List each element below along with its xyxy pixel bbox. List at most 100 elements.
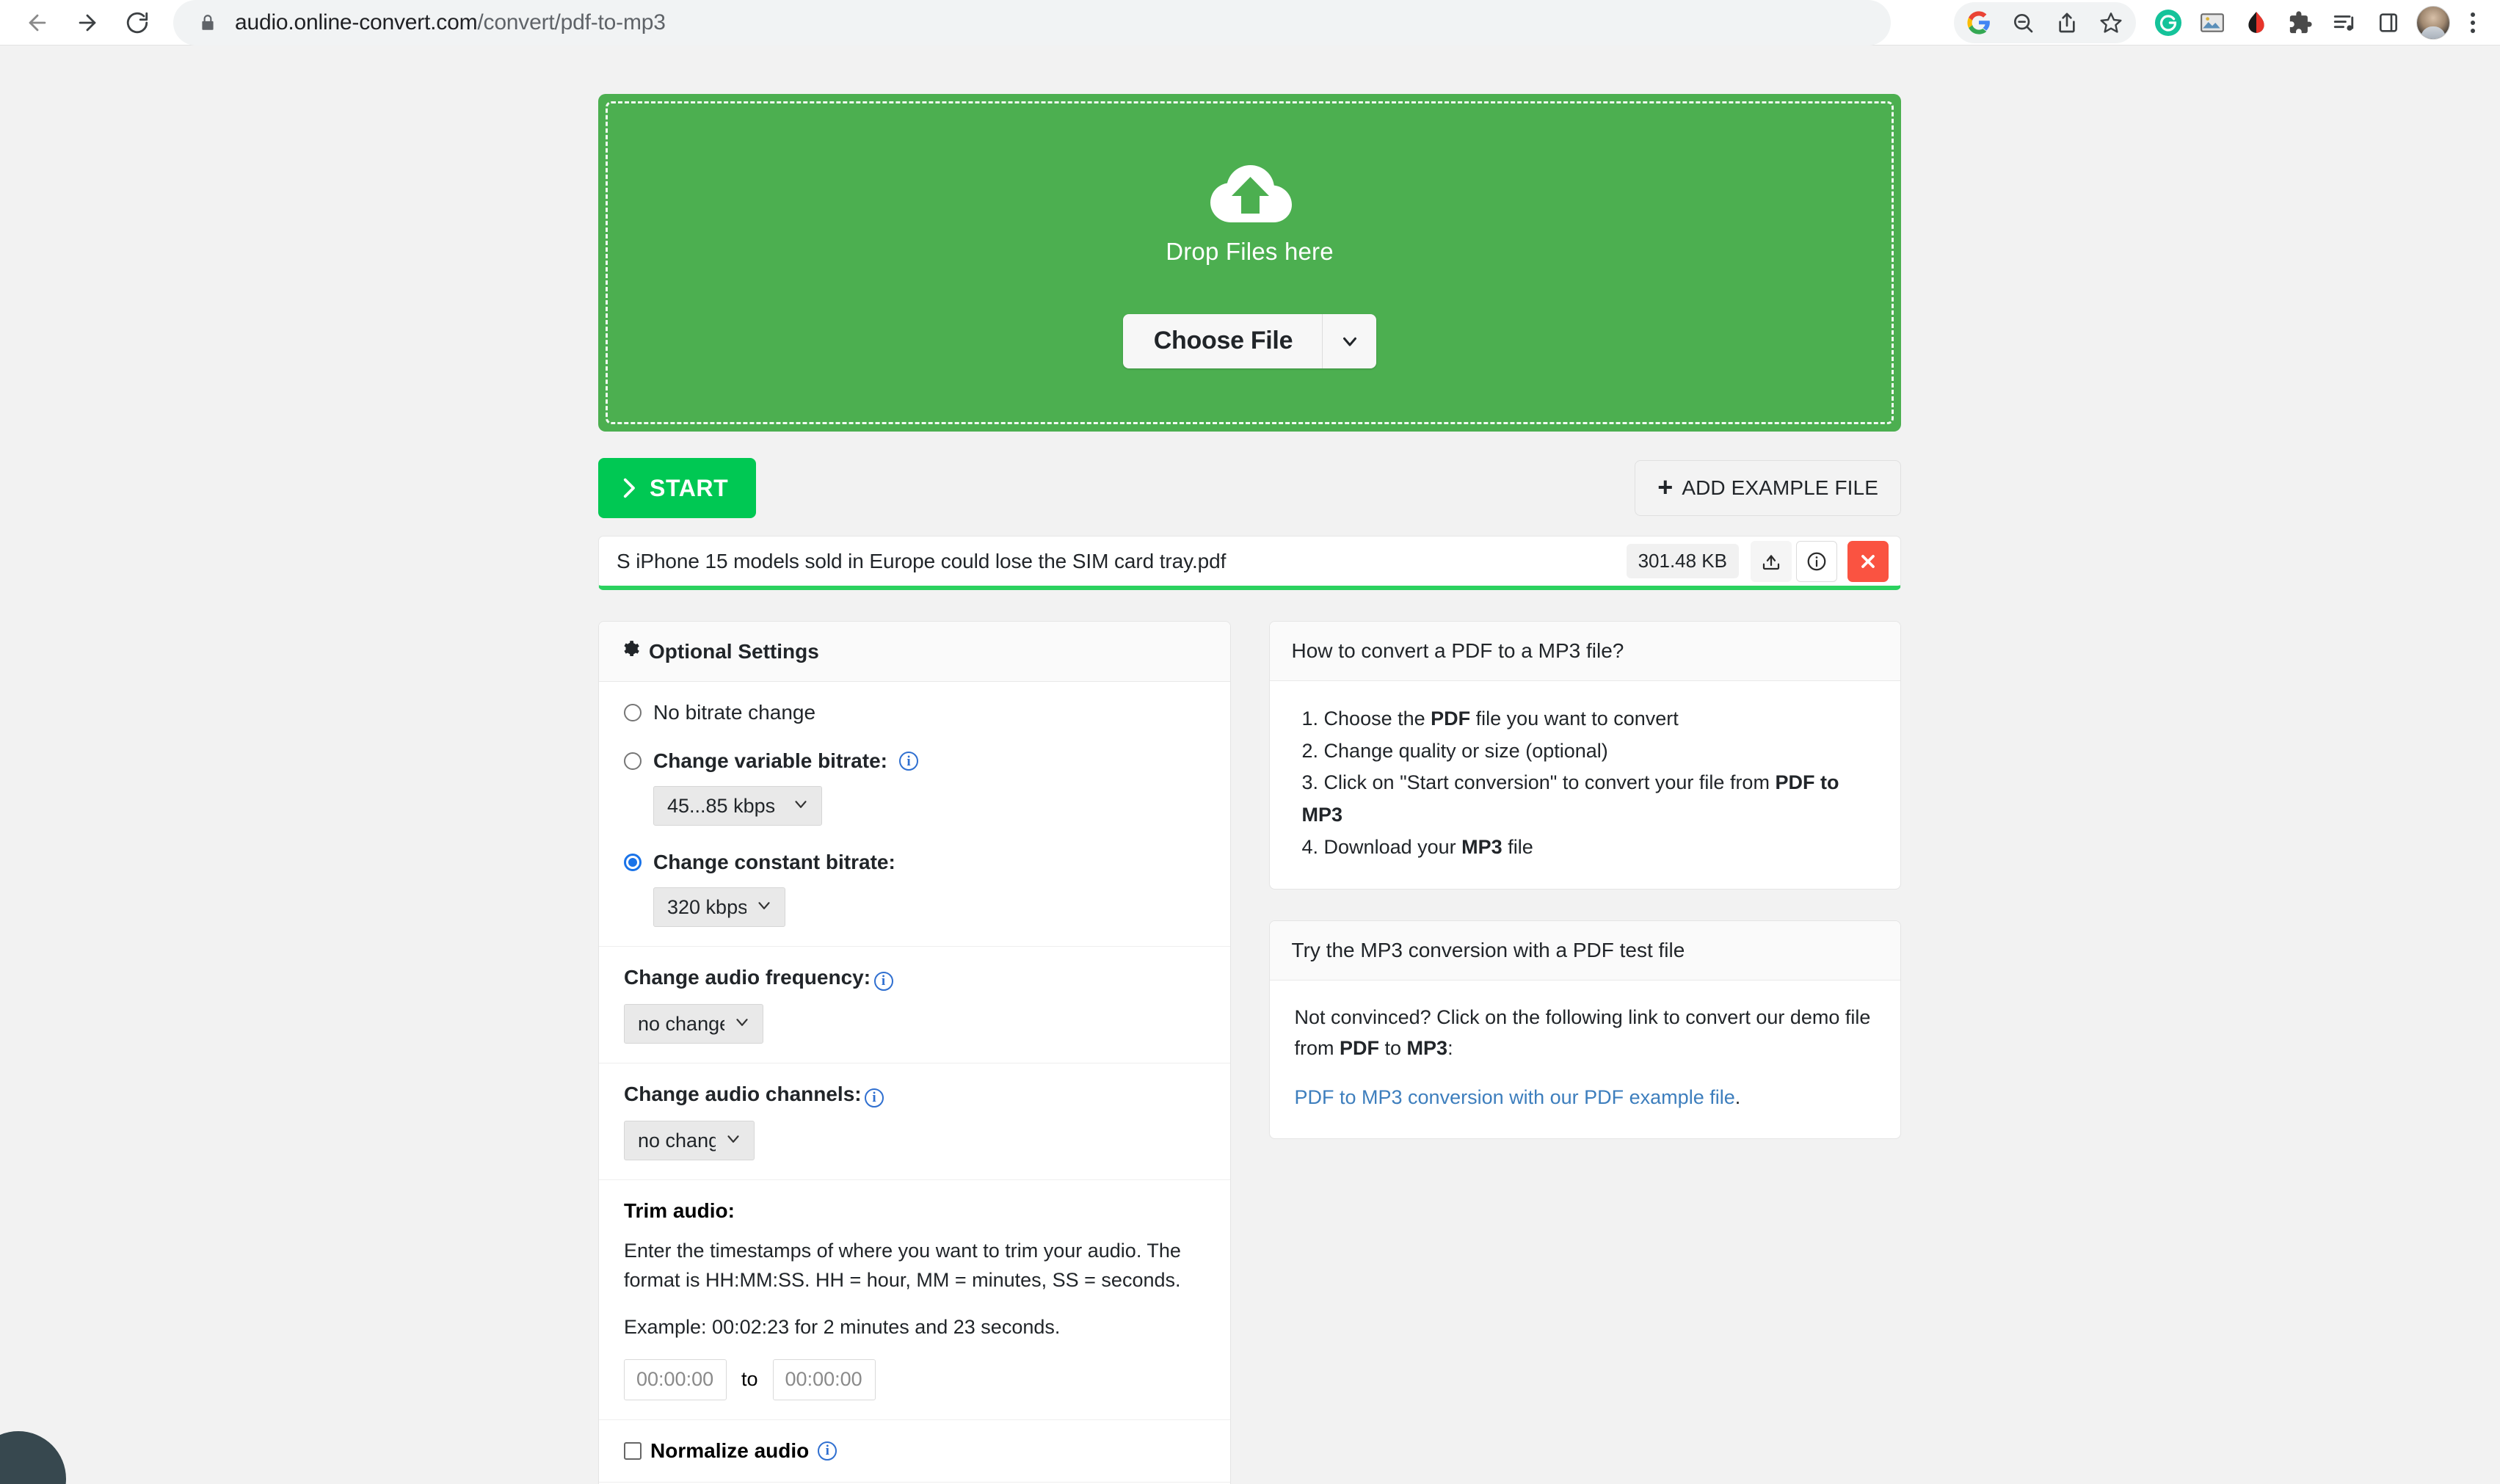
testfile-title: Try the MP3 conversion with a PDF test f…: [1291, 938, 1685, 961]
audio-channels-select[interactable]: no change: [624, 1120, 755, 1160]
trim-audio-example: Example: 00:02:23 for 2 minutes and 23 s…: [624, 1315, 1061, 1338]
left-column: Optional Settings No bitrate change Chan…: [598, 621, 1231, 1484]
page-content: Drop Files here Choose File START + ADD …: [598, 46, 1901, 1484]
audio-channels-label: Change audio channels:: [624, 1082, 862, 1105]
navigation-buttons: [0, 0, 160, 46]
right-column: How to convert a PDF to a MP3 file? Choo…: [1268, 621, 1901, 1140]
reload-icon[interactable]: [115, 0, 160, 46]
info-icon[interactable]: i: [865, 1088, 884, 1107]
constant-bitrate-select[interactable]: 320 kbps: [653, 887, 785, 927]
back-arrow-icon[interactable]: [15, 0, 60, 46]
profile-avatar[interactable]: [2416, 6, 2450, 40]
file-size: 301.48 KB: [1626, 544, 1739, 578]
testfile-header: Try the MP3 conversion with a PDF test f…: [1269, 920, 1900, 981]
forward-arrow-icon[interactable]: [65, 0, 110, 46]
add-example-file-label: ADD EXAMPLE FILE: [1682, 476, 1878, 499]
radio-variable-bitrate-label: Change variable bitrate:: [653, 749, 887, 772]
settings-columns: Optional Settings No bitrate change Chan…: [598, 621, 1901, 1484]
share-icon[interactable]: [2045, 2, 2089, 43]
choose-file-button[interactable]: Choose File: [1122, 313, 1377, 368]
bookmark-star-icon[interactable]: [2089, 2, 2133, 43]
omnibox-action-pill: [1954, 2, 2136, 43]
howto-card: How to convert a PDF to a MP3 file? Choo…: [1268, 621, 1901, 890]
zoom-out-icon[interactable]: [2001, 2, 2045, 43]
radio-variable-bitrate-input[interactable]: [624, 752, 642, 770]
smoothscroll-extension-icon[interactable]: [2234, 2, 2278, 43]
variable-bitrate-select[interactable]: 45...85 kbps: [653, 786, 822, 826]
optional-settings-card: Optional Settings No bitrate change Chan…: [598, 621, 1231, 1484]
chevron-down-icon[interactable]: [1322, 313, 1376, 368]
link-suffix: .: [1734, 1086, 1741, 1109]
audio-frequency-label: Change audio frequency:: [624, 966, 871, 989]
trim-audio-inputs: to: [624, 1358, 1205, 1400]
howto-steps-list: Choose the PDF file you want to convert …: [1295, 703, 1876, 864]
trim-audio-description: Enter the timestamps of where you want t…: [624, 1239, 1181, 1292]
browser-action-icons: [1954, 0, 2500, 46]
normalize-audio-row: Normalize audio i: [599, 1420, 1230, 1483]
testfile-paragraph: Not convinced? Click on the following li…: [1294, 1005, 1871, 1059]
audio-frequency-select-wrap[interactable]: no change: [624, 1003, 763, 1044]
side-panel-icon[interactable]: [2366, 2, 2410, 43]
file-dropzone[interactable]: Drop Files here Choose File: [598, 94, 1901, 432]
audio-frequency-label-line: Change audio frequency: i: [624, 966, 1205, 991]
radio-constant-bitrate-label: Change constant bitrate:: [653, 851, 895, 873]
pdf-to-mp3-example-link[interactable]: PDF to MP3 conversion with our PDF examp…: [1295, 1086, 1735, 1108]
bitrate-options-row: No bitrate change Change variable bitrat…: [599, 682, 1230, 947]
trim-to-label: to: [741, 1368, 758, 1391]
info-icon[interactable]: i: [898, 752, 918, 771]
audio-channels-select-wrap[interactable]: no change: [624, 1120, 755, 1160]
add-example-file-button[interactable]: + ADD EXAMPLE FILE: [1635, 460, 1901, 516]
start-button-top[interactable]: START: [598, 458, 757, 518]
audio-frequency-select[interactable]: no change: [624, 1003, 763, 1044]
url-domain: audio.online-convert.com: [235, 10, 478, 34]
radio-no-bitrate-change-input[interactable]: [624, 704, 642, 721]
plus-icon: +: [1657, 472, 1674, 502]
testfile-link-line: PDF to MP3 conversion with our PDF examp…: [1295, 1083, 1876, 1113]
normalize-audio-checkbox[interactable]: [624, 1441, 642, 1460]
list-item: Choose the PDF file you want to convert: [1323, 708, 1679, 730]
trim-end-input[interactable]: [772, 1358, 876, 1400]
choose-file-label: Choose File: [1153, 327, 1293, 354]
radio-no-bitrate-change[interactable]: No bitrate change: [624, 701, 1205, 724]
optional-settings-header: Optional Settings: [599, 622, 1230, 682]
grammarly-extension-icon[interactable]: [2146, 2, 2190, 43]
media-playlist-icon[interactable]: [2322, 2, 2366, 43]
url-text: audio.online-convert.com/convert/pdf-to-…: [235, 10, 666, 35]
list-item: Click on "Start conversion" to convert y…: [1301, 771, 1839, 826]
howto-title: How to convert a PDF to a MP3 file?: [1291, 639, 1624, 662]
browser-toolbar: audio.online-convert.com/convert/pdf-to-…: [0, 0, 2500, 46]
normalize-audio-checkbox-line[interactable]: Normalize audio i: [624, 1439, 1205, 1463]
testfile-card: Try the MP3 conversion with a PDF test f…: [1268, 920, 1901, 1140]
address-bar[interactable]: audio.online-convert.com/convert/pdf-to-…: [173, 0, 1891, 46]
info-icon[interactable]: [1796, 540, 1837, 582]
trim-start-input[interactable]: [624, 1358, 727, 1400]
list-item: Download your MP3 file: [1323, 835, 1533, 858]
howto-header: How to convert a PDF to a MP3 file?: [1269, 622, 1900, 681]
remove-file-button[interactable]: [1847, 540, 1889, 582]
upload-to-cloud-icon[interactable]: [1751, 540, 1792, 582]
info-icon[interactable]: i: [818, 1441, 837, 1461]
radio-constant-bitrate[interactable]: Change constant bitrate:: [624, 851, 1205, 874]
page-body: Drop Files here Choose File START + ADD …: [0, 46, 2500, 1484]
google-lens-icon[interactable]: [1957, 2, 2001, 43]
radio-variable-bitrate[interactable]: Change variable bitrate: i: [624, 749, 1205, 773]
audio-channels-label-line: Change audio channels: i: [624, 1083, 1205, 1107]
screenshot-extension-icon[interactable]: [2190, 2, 2234, 43]
trim-audio-row: Trim audio: Enter the timestamps of wher…: [599, 1180, 1230, 1420]
info-icon[interactable]: i: [873, 971, 893, 991]
radio-constant-bitrate-input[interactable]: [624, 854, 642, 871]
uploaded-file-row: S iPhone 15 models sold in Europe could …: [598, 536, 1901, 590]
chat-widget-bubble[interactable]: [0, 1431, 66, 1484]
variable-bitrate-select-wrap[interactable]: 45...85 kbps: [653, 786, 822, 826]
lock-icon: [198, 13, 217, 32]
chrome-menu-icon[interactable]: [2456, 2, 2490, 43]
testfile-body: Not convinced? Click on the following li…: [1270, 981, 1901, 1139]
trim-audio-title: Trim audio:: [624, 1199, 735, 1222]
audio-frequency-row: Change audio frequency: i no change: [599, 947, 1230, 1063]
radio-no-bitrate-change-label: No bitrate change: [653, 701, 816, 724]
extensions-puzzle-icon[interactable]: [2278, 2, 2322, 43]
cloud-upload-icon: [1203, 158, 1297, 232]
audio-channels-row: Change audio channels: i no change: [599, 1063, 1230, 1180]
constant-bitrate-select-wrap[interactable]: 320 kbps: [653, 887, 785, 927]
drop-files-label: Drop Files here: [1166, 237, 1334, 265]
